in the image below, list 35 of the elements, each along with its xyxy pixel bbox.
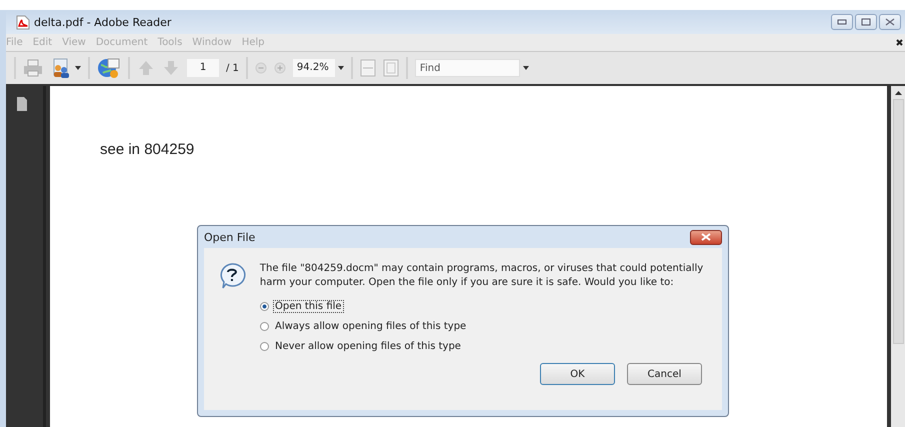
page-number-field[interactable]: 1 [187,59,219,77]
caret-icon[interactable] [338,66,344,70]
radio-button[interactable] [260,342,269,351]
minimize-icon [837,19,847,25]
cancel-button[interactable]: Cancel [627,363,702,385]
radio-button[interactable] [260,322,269,331]
option-label[interactable]: Always allow opening files of this type [273,320,468,333]
close-button[interactable] [879,14,901,30]
scroll-up-icon[interactable] [894,90,902,95]
question-icon [218,262,246,290]
close-icon[interactable] [896,39,903,46]
scrollbar[interactable] [891,86,905,427]
dialog-title: Open File [204,230,256,244]
caret-icon[interactable] [75,66,81,70]
option-label[interactable]: Open this file [273,300,344,313]
close-icon [885,18,895,26]
document-text: see in 804259 [100,141,194,158]
zoom-field[interactable]: 94.2% [292,59,335,77]
find-field[interactable]: Find [414,59,520,77]
radio-button[interactable] [260,302,269,311]
window-title: delta.pdf - Adobe Reader [34,16,172,28]
pages-icon[interactable] [16,96,28,112]
close-icon [701,233,711,241]
close-button[interactable] [690,230,722,244]
minimize-button[interactable] [831,14,853,30]
page-count: / 1 [226,62,239,74]
ok-button[interactable]: OK [540,363,615,385]
scroll-thumb[interactable] [892,99,904,344]
caret-icon[interactable] [522,66,529,70]
globe-icon[interactable] [97,57,121,79]
maximize-button[interactable] [855,14,877,30]
option-label[interactable]: Never allow opening files of this type [273,340,463,353]
pdf-file-icon [16,14,30,30]
dialog-message: The file "804259.docm" may contain programs, macros, or viruses that could potentially harm your computer. Open the file only if you are sure it is safe. Would you like to: [260,262,704,290]
maximize-icon [861,18,871,26]
